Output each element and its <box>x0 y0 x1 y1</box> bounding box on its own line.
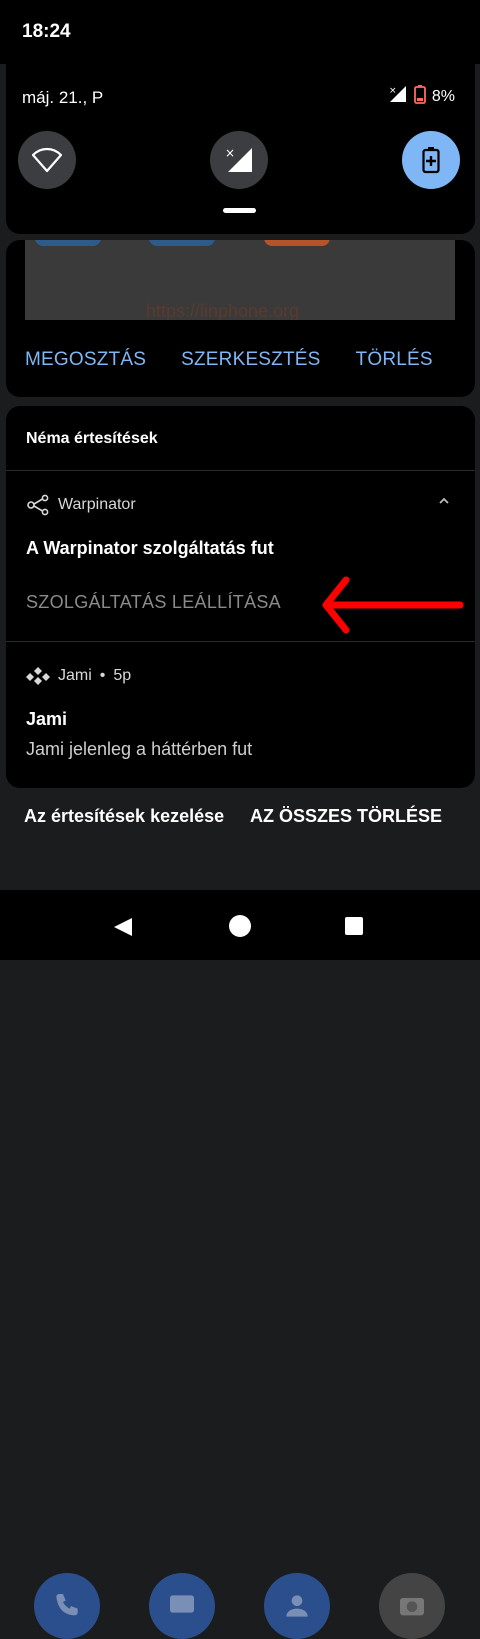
wifi-tile[interactable] <box>18 131 76 189</box>
messages-app-icon <box>149 1573 215 1639</box>
battery-low-icon <box>413 84 426 109</box>
screenshot-actions: MEGOSZTÁS SZERKESZTÉS TÖRLÉS <box>25 349 433 371</box>
screenshot-preview[interactable]: https://linphone.org <box>25 240 455 320</box>
warpinator-title: A Warpinator szolgáltatás fut <box>26 538 274 558</box>
stop-service-button[interactable]: SZOLGÁLTATÁS LEÁLLÍTÁSA <box>26 592 281 613</box>
battery-saver-icon <box>422 147 440 174</box>
warpinator-app-name: Warpinator <box>58 496 136 513</box>
drag-handle[interactable] <box>223 208 256 213</box>
status-icons: × 8% <box>388 84 455 109</box>
jami-app-row[interactable]: Jami • 5p <box>26 665 131 687</box>
preview-app-icon <box>35 240 101 246</box>
wifi-icon <box>32 147 62 173</box>
phone-app-icon <box>34 1573 100 1639</box>
quick-settings-panel: máj. 21., P × 8% × <box>6 64 475 234</box>
screenshot-notification[interactable]: https://linphone.org MEGOSZTÁS SZERKESZT… <box>6 240 475 397</box>
signal-icon: × <box>388 85 408 108</box>
jami-text: Jami jelenleg a háttérben fut <box>26 739 253 759</box>
share-button[interactable]: MEGOSZTÁS <box>25 349 146 371</box>
home-dock-background <box>0 780 480 1639</box>
divider <box>6 641 475 642</box>
navigation-bar <box>0 890 480 960</box>
mobile-data-off-icon: × <box>225 146 252 172</box>
edit-button[interactable]: SZERKESZTÉS <box>181 349 320 371</box>
jami-app-name: Jami <box>58 667 92 684</box>
home-icon[interactable] <box>228 914 252 938</box>
chevron-up-icon[interactable] <box>437 496 451 506</box>
camera-app-icon <box>379 1573 445 1639</box>
section-title: Néma értesítések <box>26 430 158 447</box>
jami-icon <box>26 667 50 685</box>
clear-all-button[interactable]: AZ ÖSSZES TÖRLÉSE <box>250 806 442 827</box>
back-icon[interactable] <box>112 916 134 938</box>
warpinator-icon <box>27 494 49 516</box>
preview-app-icon <box>149 240 215 246</box>
battery-saver-tile[interactable] <box>402 131 460 189</box>
preview-app-icon <box>264 240 330 246</box>
delete-button[interactable]: TÖRLÉS <box>356 349 433 371</box>
manage-notifications-button[interactable]: Az értesítések kezelése <box>24 806 224 827</box>
battery-percent: 8% <box>431 87 455 105</box>
contacts-app-icon <box>264 1573 330 1639</box>
clock: 18:24 <box>22 21 71 42</box>
date-label: máj. 21., P <box>22 88 104 107</box>
mobile-data-tile[interactable]: × <box>210 131 268 189</box>
red-arrow-annotation <box>322 576 464 634</box>
silent-notifications-card: Néma értesítések Warpinator A Warpinator… <box>6 406 475 788</box>
divider <box>6 470 475 471</box>
jami-time: 5p <box>113 667 132 684</box>
svg-text:×: × <box>389 86 397 96</box>
warpinator-app-row[interactable]: Warpinator <box>26 494 136 516</box>
jami-title: Jami <box>26 709 68 729</box>
separator-dot: • <box>99 667 106 684</box>
svg-text:×: × <box>225 146 235 160</box>
recents-icon[interactable] <box>344 916 364 936</box>
status-bar: 18:24 <box>0 0 480 64</box>
preview-url: https://linphone.org <box>146 301 300 320</box>
